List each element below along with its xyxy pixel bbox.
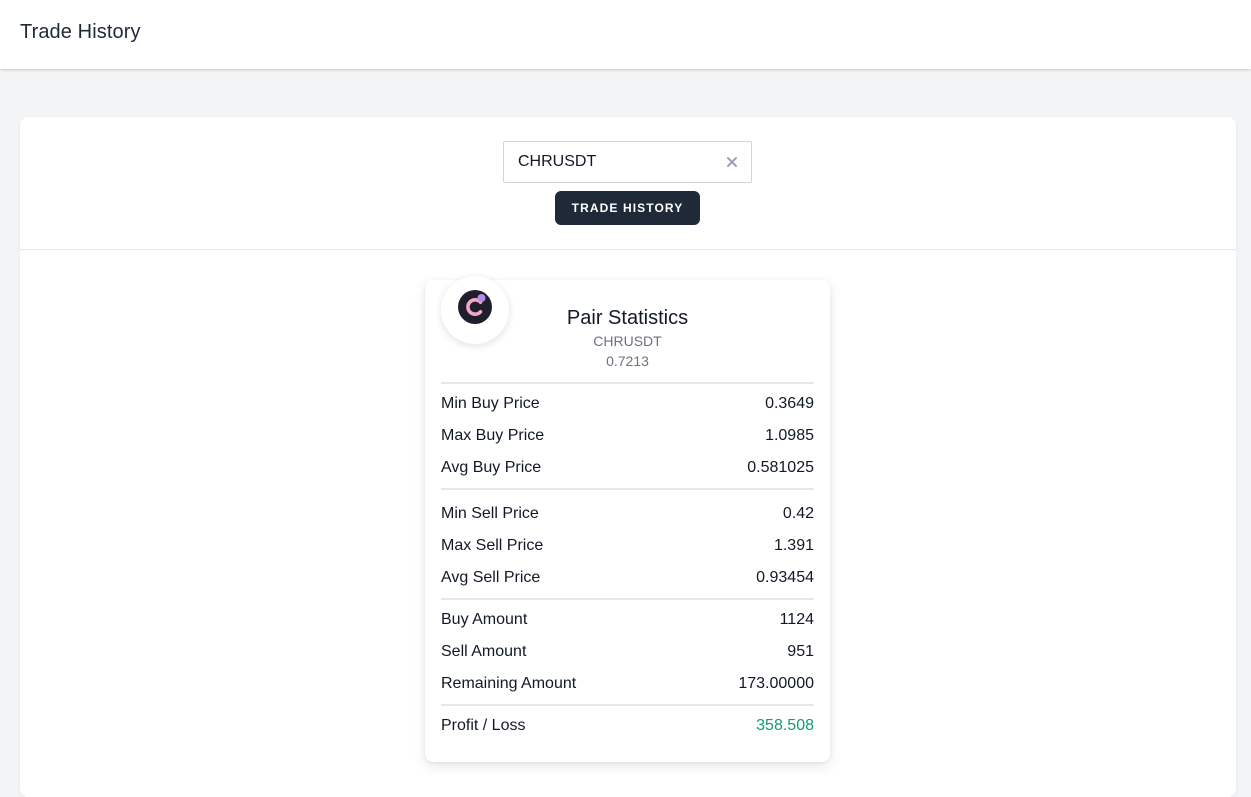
stats-symbol: CHRUSDT: [593, 333, 662, 349]
stat-label: Profit / Loss: [441, 717, 526, 734]
stat-row-buy-amount: Buy Amount 1124: [441, 608, 814, 632]
stat-row-avg-sell: Avg Sell Price 0.93454: [441, 566, 814, 590]
stat-value: 1.0985: [765, 427, 814, 444]
stat-row-min-buy: Min Buy Price 0.3649: [441, 392, 814, 416]
symbol-input[interactable]: [504, 142, 714, 182]
stat-row-profit-loss: Profit / Loss 358.508: [441, 714, 814, 738]
stat-value: 0.42: [782, 505, 814, 522]
stats-current-price: 0.7213: [606, 353, 649, 369]
stat-row-avg-buy: Avg Buy Price 0.581025: [441, 456, 814, 480]
main-card: Trade History Pair Statistics CHRUSDT 0.…: [20, 117, 1236, 797]
stat-label: Min Buy Price: [441, 395, 540, 412]
search-section: Trade History: [20, 117, 1236, 250]
stat-value: 0.93454: [756, 569, 814, 586]
stat-label: Remaining Amount: [441, 675, 577, 692]
trade-history-button[interactable]: Trade History: [555, 191, 700, 225]
stat-row-remaining-amount: Remaining Amount 173.00000: [441, 672, 814, 696]
symbol-search-box: [503, 141, 752, 183]
stat-row-sell-amount: Sell Amount 951: [441, 640, 814, 664]
stat-row-min-sell: Min Sell Price 0.42: [441, 502, 814, 526]
stat-row-max-buy: Max Buy Price 1.0985: [441, 424, 814, 448]
profit-loss-value: 358.508: [756, 717, 814, 734]
close-icon[interactable]: [725, 155, 739, 169]
stat-value: 0.3649: [765, 395, 814, 412]
stat-label: Avg Buy Price: [441, 459, 542, 476]
stat-value: 0.581025: [747, 459, 814, 476]
divider: [441, 704, 814, 706]
stat-label: Max Buy Price: [441, 427, 545, 444]
stat-value: 1124: [779, 611, 814, 628]
stat-label: Avg Sell Price: [441, 569, 541, 586]
stat-label: Min Sell Price: [441, 505, 539, 522]
stat-label: Sell Amount: [441, 643, 527, 660]
pair-statistics-card: Pair Statistics CHRUSDT 0.7213 Min Buy P…: [425, 276, 830, 762]
stat-label: Buy Amount: [441, 611, 528, 628]
stat-value: 951: [787, 643, 814, 660]
stat-row-max-sell: Max Sell Price 1.391: [441, 534, 814, 558]
stats-title: Pair Statistics: [566, 307, 689, 329]
top-bar: Trade History: [0, 0, 1251, 69]
stat-label: Max Sell Price: [441, 537, 544, 554]
divider: [441, 382, 814, 384]
stat-value: 1.391: [773, 537, 814, 554]
stat-value: 173.00000: [738, 675, 814, 692]
divider: [441, 488, 814, 490]
divider: [441, 598, 814, 600]
page-title: Trade History: [20, 21, 141, 43]
